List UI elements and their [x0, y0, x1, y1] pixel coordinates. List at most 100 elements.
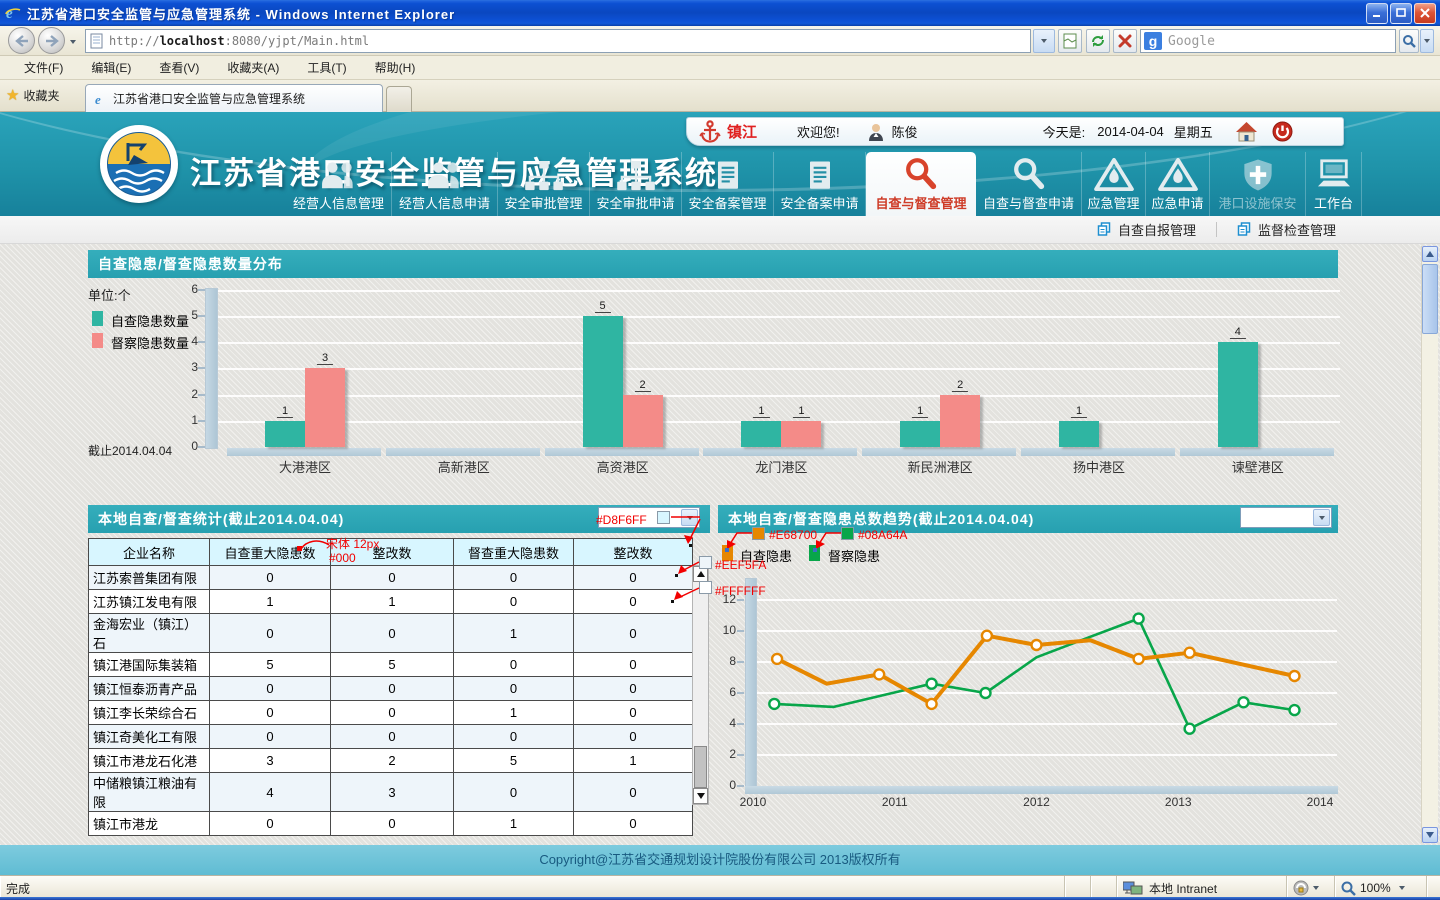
history-dropdown-icon[interactable]	[70, 40, 76, 44]
menu-item-0[interactable]: 文件(F)	[10, 56, 77, 79]
tab-main[interactable]: e 江苏省港口安全监管与应急管理系统	[85, 84, 383, 112]
gridline	[218, 342, 1340, 344]
bar-supervise	[781, 421, 821, 447]
nav-item-label: 自查与督查申请	[983, 193, 1074, 212]
y-axis-tick	[737, 661, 744, 663]
bar-value-label: 2	[952, 379, 968, 392]
minimize-button[interactable]	[1366, 3, 1388, 24]
y-axis-tick	[737, 630, 744, 632]
close-button[interactable]	[1414, 3, 1436, 24]
nav-item-7[interactable]: 自查与督查申请	[976, 152, 1082, 216]
category-label: 谏壁港区	[1193, 457, 1323, 476]
x-axis-segment	[227, 448, 381, 456]
trend-line-1	[774, 619, 1294, 729]
category-label: 高资港区	[558, 457, 688, 476]
search-button[interactable]	[1399, 29, 1419, 53]
annotation-row-odd-fill: #EEF5FA	[715, 558, 766, 572]
line-chart-title: 本地自查/督查隐患总数趋势(截止2014.04.04)	[728, 509, 1034, 529]
nav-item-1[interactable]: 经营人信息申请	[392, 152, 498, 216]
table-row: 镇江市港龙0010	[89, 812, 693, 836]
table-panel-title: 本地自查/督查统计(截止2014.04.04)	[98, 509, 344, 529]
document-stack-icon	[1097, 222, 1112, 237]
title-bar: e 江苏省港口安全监管与应急管理系统 - Windows Internet Ex…	[0, 0, 1440, 26]
menu-item-3[interactable]: 收藏夹(A)	[213, 56, 293, 79]
value-cell: 0	[574, 677, 693, 701]
home-shortcut-icon[interactable]	[1235, 121, 1258, 142]
search-dropdown-button[interactable]	[1420, 29, 1434, 53]
value-cell: 1	[210, 590, 331, 614]
new-tab-stub[interactable]	[386, 86, 412, 112]
menu-item-4[interactable]: 工具(T)	[293, 56, 360, 79]
menu-item-1[interactable]: 编辑(E)	[77, 56, 145, 79]
page-scroll-down-button[interactable]	[1422, 827, 1438, 843]
bar-supervise	[623, 395, 663, 447]
company-name-cell: 镇江市港龙石化港	[89, 749, 210, 773]
trend-filter-select[interactable]	[1240, 507, 1332, 528]
value-cell: 1	[454, 701, 574, 725]
nav-item-11[interactable]: 工作台	[1306, 152, 1362, 216]
bar-value-label: 1	[277, 405, 293, 418]
value-cell: 3	[210, 749, 331, 773]
nav-item-0[interactable]: 经营人信息管理	[286, 152, 392, 216]
nav-item-10[interactable]: 港口设施保安	[1210, 152, 1306, 216]
bar-self-check	[583, 316, 623, 447]
address-bar[interactable]: http://localhost:8080/yjpt/Main.html	[85, 29, 1031, 53]
data-point	[1134, 654, 1144, 664]
table-column-header: 自查重大隐患数	[210, 539, 331, 566]
nav-item-9[interactable]: 应急申请	[1146, 152, 1210, 216]
select-dropdown-icon[interactable]	[681, 509, 698, 526]
data-point	[1032, 640, 1042, 650]
favorites-button[interactable]: ★ 收藏夹	[6, 86, 59, 104]
search-box[interactable]: g Google	[1140, 29, 1396, 53]
back-button[interactable]	[8, 27, 35, 54]
maximize-button[interactable]	[1390, 3, 1412, 24]
menu-item-2[interactable]: 查看(V)	[145, 56, 213, 79]
stop-button[interactable]	[1113, 29, 1137, 53]
nav-item-4[interactable]: 安全备案管理	[682, 152, 774, 216]
nav-item-5[interactable]: 安全备案申请	[774, 152, 866, 216]
port-logo	[100, 125, 178, 203]
value-cell: 0	[210, 812, 331, 836]
address-dropdown-button[interactable]	[1033, 29, 1055, 53]
refresh-button[interactable]	[1086, 29, 1110, 53]
data-point	[769, 699, 779, 709]
category-label: 大港港区	[240, 457, 370, 476]
value-cell: 0	[574, 566, 693, 590]
nav-item-2[interactable]: 安全审批管理	[498, 152, 590, 216]
select-dropdown-icon[interactable]	[1313, 509, 1330, 526]
annotation-swatch-line2	[841, 527, 854, 540]
value-cell: 0	[331, 566, 454, 590]
page-scroll-up-button[interactable]	[1422, 246, 1438, 262]
page-scrollbar[interactable]	[1421, 246, 1438, 843]
date-value: 2014-04-04	[1097, 124, 1164, 139]
unit-label: 单位:个	[88, 285, 131, 304]
bar-value-label: 5	[595, 300, 611, 313]
submenu-item-label: 自查自报管理	[1118, 220, 1196, 239]
value-cell: 4	[210, 773, 331, 812]
y-axis-tick-label: 1	[168, 413, 198, 427]
forward-button[interactable]	[38, 27, 65, 54]
warning-icon	[1093, 154, 1135, 192]
submenu-item-0[interactable]: 自查自报管理	[1097, 220, 1196, 239]
intranet-icon	[1123, 881, 1143, 896]
x-axis-tick-label: 2014	[1298, 795, 1342, 809]
nav-item-3[interactable]: 安全审批申请	[590, 152, 682, 216]
nav-item-label: 安全审批管理	[504, 193, 582, 212]
page-scroll-thumb[interactable]	[1422, 264, 1438, 334]
nav-item-6[interactable]: 自查与督查管理	[866, 152, 976, 216]
menu-item-5[interactable]: 帮助(H)	[361, 56, 430, 79]
company-name-cell: 镇江李长荣综合石	[89, 701, 210, 725]
nav-item-8[interactable]: 应急管理	[1082, 152, 1146, 216]
logout-power-icon[interactable]	[1272, 121, 1293, 142]
compatibility-view-button[interactable]	[1058, 29, 1082, 53]
y-axis-tick-label: 2	[702, 747, 736, 761]
value-cell: 0	[210, 677, 331, 701]
menu-bar: 文件(F)编辑(E)查看(V)收藏夹(A)工具(T)帮助(H)	[0, 56, 1440, 80]
legend-swatch-line-supervise	[809, 545, 820, 561]
table-header-row: 企业名称自查重大隐患数整改数督查重大隐患数整改数	[89, 539, 693, 566]
gridline	[218, 290, 1340, 292]
bar-self-check	[1059, 421, 1099, 447]
svg-text:e: e	[6, 6, 13, 22]
data-point	[1290, 671, 1300, 681]
submenu-item-1[interactable]: 监督检查管理	[1237, 220, 1336, 239]
